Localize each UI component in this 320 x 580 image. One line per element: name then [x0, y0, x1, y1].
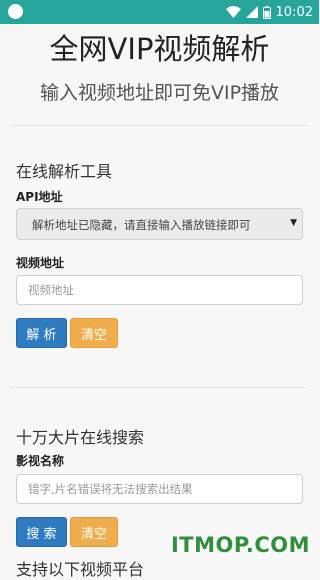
- video-url-label: 视频地址: [16, 256, 65, 270]
- wifi-icon: [225, 6, 241, 18]
- signal-icon: [245, 6, 258, 18]
- status-bar-right: 10:02: [225, 3, 313, 21]
- dropdown-arrow-icon: ▼: [290, 218, 297, 228]
- api-select[interactable]: 解析地址已隐藏，请直接输入播放链接即可 ▼: [16, 208, 303, 240]
- header-divider: [10, 125, 307, 126]
- parse-button[interactable]: 解 析: [16, 318, 67, 348]
- page-title: 全网VIP视频解析: [49, 32, 270, 66]
- section-divider: [10, 387, 307, 388]
- api-label: API地址: [16, 190, 63, 204]
- search-clear-button[interactable]: 清空: [70, 517, 118, 547]
- parse-section-title: 在线解析工具: [16, 162, 113, 181]
- search-button[interactable]: 搜 索: [16, 517, 67, 547]
- platforms-heading: 支持以下视频平台: [16, 560, 145, 579]
- status-bar: 10:02: [0, 0, 319, 24]
- search-section-title: 十万大片在线搜索: [16, 428, 145, 447]
- page-subtitle: 输入视频地址即可免VIP播放: [39, 82, 280, 104]
- battery-icon: [262, 5, 271, 19]
- notification-dot-icon: [8, 4, 23, 19]
- movie-name-input[interactable]: [16, 474, 303, 504]
- video-url-input[interactable]: [16, 275, 303, 305]
- api-select-value: 解析地址已隐藏，请直接输入播放链接即可: [32, 218, 251, 232]
- movie-name-label: 影视名称: [16, 454, 65, 468]
- watermark-logo: ITMOP.COM: [168, 533, 312, 557]
- status-time: 10:02: [275, 4, 313, 20]
- clear-button[interactable]: 清空: [70, 318, 118, 348]
